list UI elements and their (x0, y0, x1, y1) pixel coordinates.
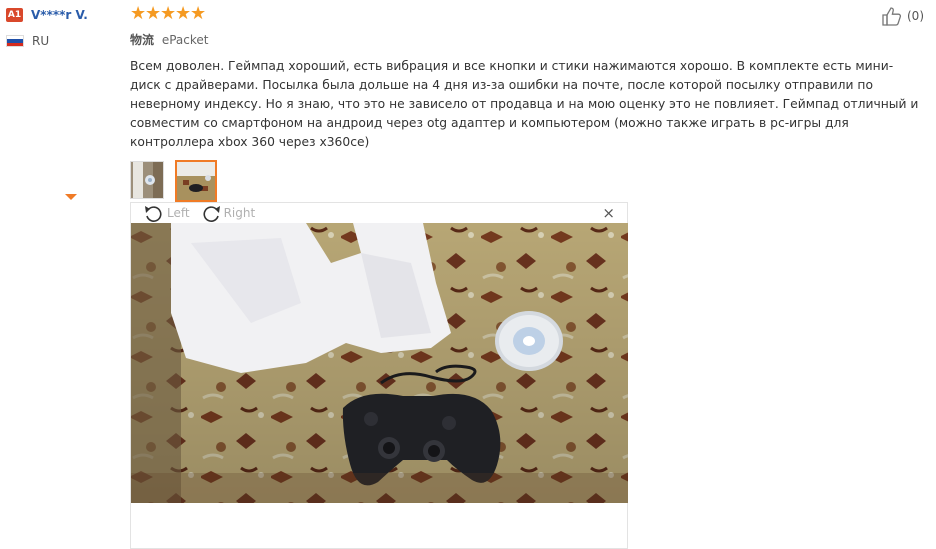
review-body: ★ ★ ★ ★ ★ 物流 ePacket Всем доволен. Геймп… (130, 4, 930, 203)
close-viewer-button[interactable]: × (602, 204, 615, 222)
thumbnail-1[interactable] (130, 161, 164, 199)
shipping-method: ePacket (161, 33, 209, 47)
rotate-left-label: Left (167, 206, 190, 220)
star-icon: ★ (160, 3, 177, 24)
rotate-right-button[interactable]: Right (200, 204, 256, 222)
rotate-left-button[interactable]: Left (143, 204, 190, 222)
country-row: RU (6, 33, 126, 49)
rotate-right-icon (203, 206, 220, 222)
rotate-left-icon (145, 206, 162, 222)
thumbnail-2[interactable] (175, 160, 217, 202)
photo-thumbnails (130, 160, 930, 203)
star-icon: ★ (175, 3, 192, 24)
reviewer-row: A1 V****r V. (6, 6, 126, 24)
review-photo (131, 223, 628, 503)
star-icon: ★ (190, 3, 207, 24)
active-thumbnail-indicator (65, 194, 77, 200)
star-icon: ★ (145, 3, 162, 24)
level-badge: A1 (6, 8, 23, 22)
shipping-label: 物流 (130, 33, 155, 47)
reviewer-name[interactable]: V****r V. (31, 8, 88, 22)
rotate-right-label: Right (223, 206, 256, 220)
star-rating: ★ ★ ★ ★ ★ (130, 4, 930, 24)
russia-flag-icon (6, 35, 24, 47)
reviewer-info: A1 V****r V. RU (6, 6, 126, 49)
shipping-info: 物流 ePacket (130, 31, 930, 48)
viewer-toolbar: Left Right × (131, 203, 627, 223)
review-text: Всем доволен. Геймпад хороший, есть вибр… (130, 59, 919, 149)
country-code: RU (32, 34, 50, 48)
star-icon: ★ (130, 3, 147, 24)
photo-viewer: Left Right × (130, 202, 628, 549)
